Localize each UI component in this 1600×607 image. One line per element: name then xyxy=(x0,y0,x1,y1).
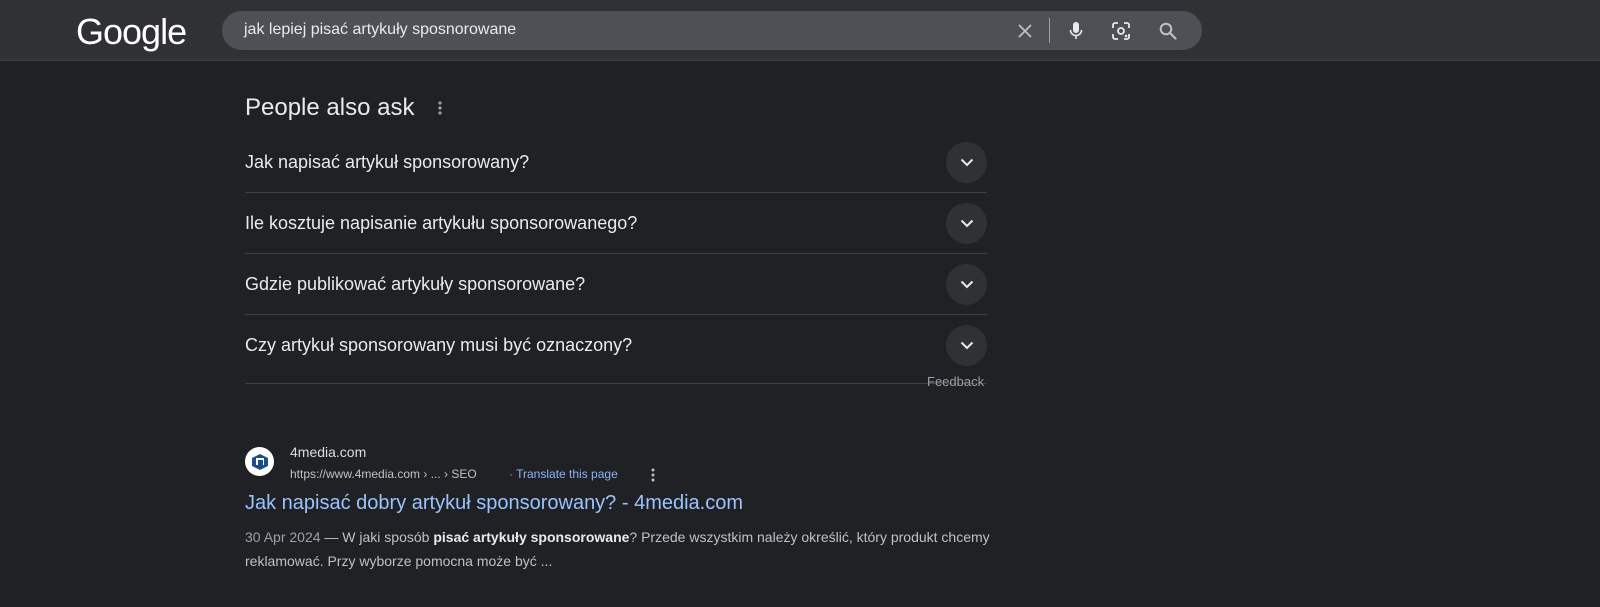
more-options-icon[interactable] xyxy=(432,98,448,118)
result-site-name[interactable]: 4media.com xyxy=(290,444,366,460)
result-url[interactable]: https://www.4media.com › ... › SEO xyxy=(290,467,477,481)
paa-question-text: Jak napisać artykuł sponsorowany? xyxy=(245,152,530,172)
snippet-bold: pisać artykuły sponsorowane xyxy=(433,529,630,545)
result-title-link[interactable]: Jak napisać dobry artykuł sponsorowany? … xyxy=(245,492,743,515)
chevron-down-icon[interactable] xyxy=(946,142,987,183)
search-icon[interactable] xyxy=(1155,18,1181,44)
clear-icon[interactable] xyxy=(1012,18,1038,44)
paa-question-text: Gdzie publikować artykuły sponsorowane? xyxy=(245,274,586,294)
search-box[interactable]: jak lepiej pisać artykuły sposnorowane xyxy=(222,11,1202,50)
paa-question-2[interactable]: Ile kosztuje napisanie artykułu sponsoro… xyxy=(245,193,987,254)
lens-icon[interactable] xyxy=(1108,18,1134,44)
translate-link[interactable]: · Translate this page xyxy=(509,467,618,481)
google-logo[interactable]: Google xyxy=(76,11,187,53)
chevron-down-icon[interactable] xyxy=(946,264,987,305)
search-divider xyxy=(1049,18,1050,43)
site-favicon-icon[interactable] xyxy=(245,447,274,476)
feedback-link[interactable]: Feedback xyxy=(927,374,984,389)
result-date: 30 Apr 2024 xyxy=(245,529,321,545)
snippet-dash: — xyxy=(320,529,343,545)
microphone-icon[interactable] xyxy=(1063,18,1089,44)
paa-question-3[interactable]: Gdzie publikować artykuły sponsorowane? xyxy=(245,254,987,315)
translate-label[interactable]: Translate this page xyxy=(516,467,618,481)
paa-question-text: Ile kosztuje napisanie artykułu sponsoro… xyxy=(245,213,638,233)
top-bar: Google jak lepiej pisać artykuły sposnor… xyxy=(0,0,1600,61)
chevron-down-icon[interactable] xyxy=(946,325,987,366)
paa-question-1[interactable]: Jak napisać artykuł sponsorowany? xyxy=(245,132,987,193)
people-also-ask-title: People also ask xyxy=(245,94,415,121)
chevron-down-icon[interactable] xyxy=(946,203,987,244)
separator-dot: · xyxy=(509,467,513,481)
snippet-text-1: W jaki sposób xyxy=(342,529,434,545)
people-also-ask-list: Jak napisać artykuł sponsorowany? Ile ko… xyxy=(245,132,987,384)
result-snippet: 30 Apr 2024 — W jaki sposób pisać artyku… xyxy=(245,525,990,573)
paa-question-4[interactable]: Czy artykuł sponsorowany musi być oznacz… xyxy=(245,315,987,384)
result-more-icon[interactable] xyxy=(647,467,659,483)
search-input[interactable]: jak lepiej pisać artykuły sposnorowane xyxy=(244,21,516,39)
paa-question-text: Czy artykuł sponsorowany musi być oznacz… xyxy=(245,335,633,355)
